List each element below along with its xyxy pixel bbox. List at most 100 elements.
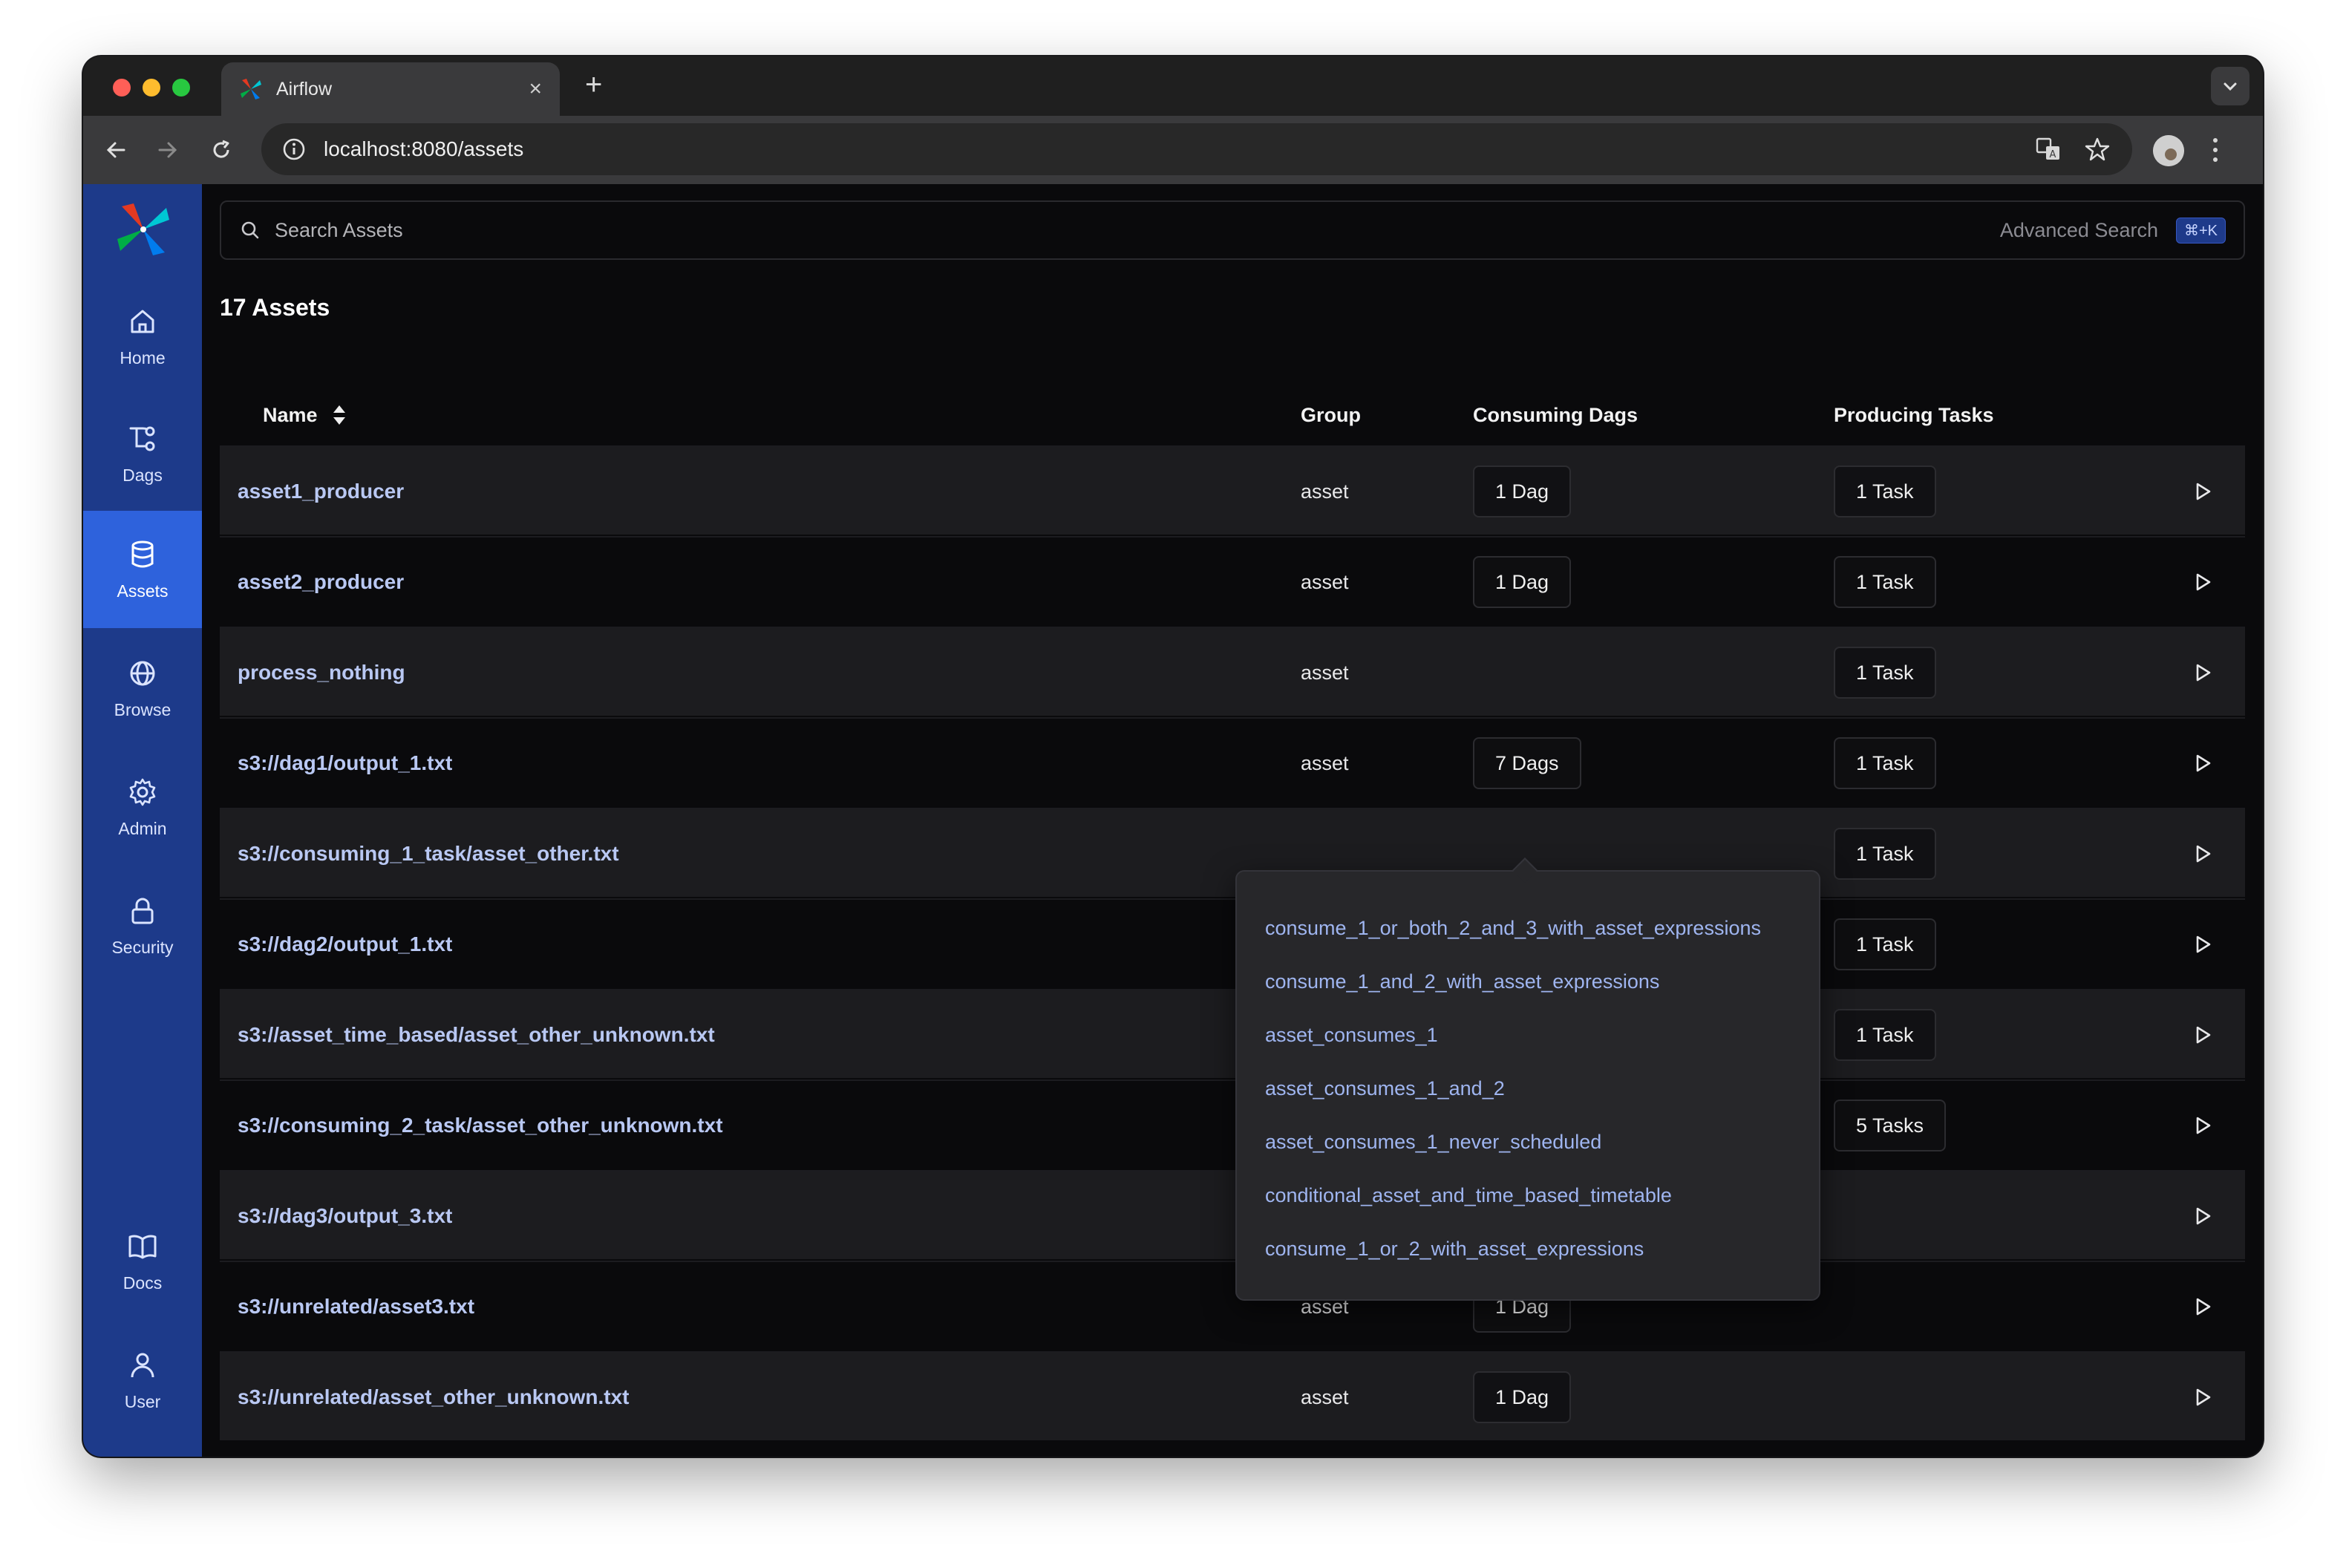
trigger-asset-button[interactable] [2192, 1081, 2214, 1170]
new-tab-button[interactable]: + [585, 70, 602, 99]
asset-group: asset [1301, 751, 1349, 774]
producing-tasks-button[interactable]: 1 Task [1834, 647, 1936, 699]
sidebar-label-docs: Docs [122, 1273, 163, 1293]
sidebar-item-browse[interactable]: Browse [83, 630, 202, 747]
popover-dag-link[interactable]: asset_consumes_1_never_scheduled [1265, 1115, 1791, 1169]
sidebar-label-assets: Assets [117, 581, 169, 601]
consuming-dags-button[interactable]: 1 Dag [1473, 1371, 1572, 1423]
popover-dag-link[interactable]: consume_1_or_both_2_and_3_with_asset_exp… [1265, 901, 1791, 955]
consuming-dags-button[interactable]: 7 Dags [1473, 737, 1581, 789]
producing-tasks-button[interactable]: 5 Tasks [1834, 1100, 1947, 1152]
asset-name-link[interactable]: s3://dag1/output_1.txt [238, 719, 452, 808]
consuming-dags-cell: 1 Dag [1473, 1353, 1572, 1442]
table-row[interactable]: s3://asset_time_based/asset_other_unknow… [220, 989, 2245, 1078]
producing-tasks-cell: 1 Task [1834, 447, 1936, 536]
bookmark-star-icon[interactable] [2082, 134, 2113, 165]
table-row[interactable]: s3://consuming_2_task/asset_other_unknow… [220, 1079, 2245, 1169]
sidebar-label-dags: Dags [122, 465, 163, 485]
producing-tasks-button[interactable]: 1 Task [1834, 918, 1936, 970]
trigger-asset-button[interactable] [2192, 809, 2214, 898]
play-icon [2196, 1298, 2211, 1316]
asset-name-link[interactable]: s3://dag3/output_3.txt [238, 1172, 452, 1261]
asset-name-link[interactable]: process_nothing [238, 628, 405, 717]
popover-dag-link[interactable]: consume_1_or_2_with_asset_expressions [1265, 1222, 1791, 1275]
column-header-name-label: Name [263, 403, 318, 426]
tab-search-button[interactable] [2211, 67, 2249, 105]
profile-avatar[interactable] [2153, 135, 2184, 166]
table-row[interactable]: asset2_producer asset 1 Dag 1 Task [220, 536, 2245, 625]
trigger-asset-button[interactable] [2192, 1353, 2214, 1442]
table-row[interactable]: s3://dag3/output_3.txt [220, 1170, 2245, 1259]
sidebar-item-docs[interactable]: Docs [83, 1203, 202, 1320]
sidebar-item-home[interactable]: Home [83, 278, 202, 395]
sidebar-item-admin[interactable]: Admin [83, 748, 202, 866]
browser-menu-button[interactable] [2208, 134, 2223, 166]
table-row[interactable]: s3://consuming_1_task/asset_other.txt 1 T… [220, 808, 2245, 897]
gear-icon [129, 778, 156, 806]
table-row[interactable]: asset1_producer asset 1 Dag 1 Task [220, 445, 2245, 535]
play-icon [2196, 1026, 2211, 1044]
asset-name-link[interactable]: asset2_producer [238, 538, 404, 627]
producing-tasks-button[interactable]: 1 Task [1834, 556, 1936, 608]
sidebar-item-security[interactable]: Security [83, 867, 202, 984]
trigger-asset-button[interactable] [2192, 990, 2214, 1079]
main-content: Search Assets Advanced Search ⌘+K 17 Ass… [220, 184, 2245, 1457]
close-tab-icon[interactable]: × [529, 78, 542, 100]
minimize-window-button[interactable] [143, 79, 160, 97]
sidebar-label-browse: Browse [114, 699, 171, 719]
popover-dag-link[interactable]: asset_consumes_1 [1265, 1008, 1791, 1062]
maximize-window-button[interactable] [172, 79, 190, 97]
asset-name-link[interactable]: s3://asset_time_based/asset_other_unknow… [238, 990, 715, 1079]
tab-title: Airflow [276, 78, 333, 99]
trigger-asset-button[interactable] [2192, 900, 2214, 989]
consuming-dags-button[interactable]: 1 Dag [1473, 556, 1572, 608]
trigger-asset-button[interactable] [2192, 628, 2214, 717]
search-assets-field[interactable]: Search Assets Advanced Search ⌘+K [220, 200, 2245, 260]
producing-tasks-button[interactable]: 1 Task [1834, 1009, 1936, 1061]
close-window-button[interactable] [113, 79, 131, 97]
trigger-asset-button[interactable] [2192, 719, 2214, 808]
forward-button[interactable] [151, 134, 184, 166]
consuming-dags-button[interactable]: 1 Dag [1473, 466, 1572, 517]
trigger-asset-button[interactable] [2192, 447, 2214, 536]
user-icon [131, 1353, 154, 1377]
translate-icon[interactable]: A [2033, 134, 2064, 165]
sort-icon[interactable] [331, 403, 347, 427]
trigger-asset-button[interactable] [2192, 1172, 2214, 1261]
producing-tasks-button[interactable]: 1 Task [1834, 466, 1936, 517]
back-button[interactable] [99, 134, 132, 166]
asset-name-link[interactable]: s3://unrelated/asset_other_unknown.txt [238, 1353, 629, 1442]
table-row[interactable]: process_nothing asset 1 Task [220, 627, 2245, 716]
table-row[interactable]: s3://dag1/output_1.txt asset 7 Dags 1 Task [220, 717, 2245, 806]
play-icon [2196, 483, 2211, 500]
reload-button[interactable] [205, 134, 238, 166]
advanced-search-link[interactable]: Advanced Search [2000, 219, 2158, 242]
site-info-icon[interactable] [281, 136, 307, 163]
popover-dag-link[interactable]: asset_consumes_1_and_2 [1265, 1062, 1791, 1115]
popover-dag-link[interactable]: conditional_asset_and_time_based_timetab… [1265, 1169, 1791, 1222]
table-row[interactable]: s3://unrelated/asset_other_unknown.txt as… [220, 1351, 2245, 1440]
trigger-asset-button[interactable] [2192, 538, 2214, 627]
sidebar-item-user[interactable]: User [83, 1322, 202, 1439]
asset-name-link[interactable]: s3://consuming_1_task/asset_other.txt [238, 809, 619, 898]
table-row[interactable]: s3://dag2/output_1.txt 1 Task [220, 898, 2245, 987]
trigger-asset-button[interactable] [2192, 1262, 2214, 1351]
producing-tasks-button[interactable]: 1 Task [1834, 828, 1936, 880]
play-icon [2196, 1117, 2211, 1134]
asset-name-link[interactable]: s3://unrelated/asset3.txt [238, 1262, 474, 1351]
browser-tab[interactable]: Airflow × [221, 62, 560, 116]
producing-tasks-button[interactable]: 1 Task [1834, 737, 1936, 789]
lock-icon [131, 898, 154, 924]
asset-name-link[interactable]: s3://dag2/output_1.txt [238, 900, 452, 989]
popover-dag-link[interactable]: consume_1_and_2_with_asset_expressions [1265, 955, 1791, 1008]
asset-name-link[interactable]: s3://consuming_2_task/asset_other_unknow… [238, 1081, 723, 1170]
sidebar-item-dags[interactable]: Dags [83, 395, 202, 512]
column-header-name[interactable]: Name [263, 385, 347, 445]
airflow-logo-icon[interactable] [116, 202, 171, 257]
column-header-group: Group [1301, 403, 1361, 426]
asset-name-link[interactable]: asset1_producer [238, 447, 404, 536]
globe-icon [130, 661, 155, 685]
address-bar[interactable]: localhost:8080/assets A [261, 123, 2132, 175]
table-row[interactable]: s3://unrelated/asset3.txt asset 1 Dag [220, 1261, 2245, 1350]
sidebar-item-assets[interactable]: Assets [83, 511, 202, 628]
